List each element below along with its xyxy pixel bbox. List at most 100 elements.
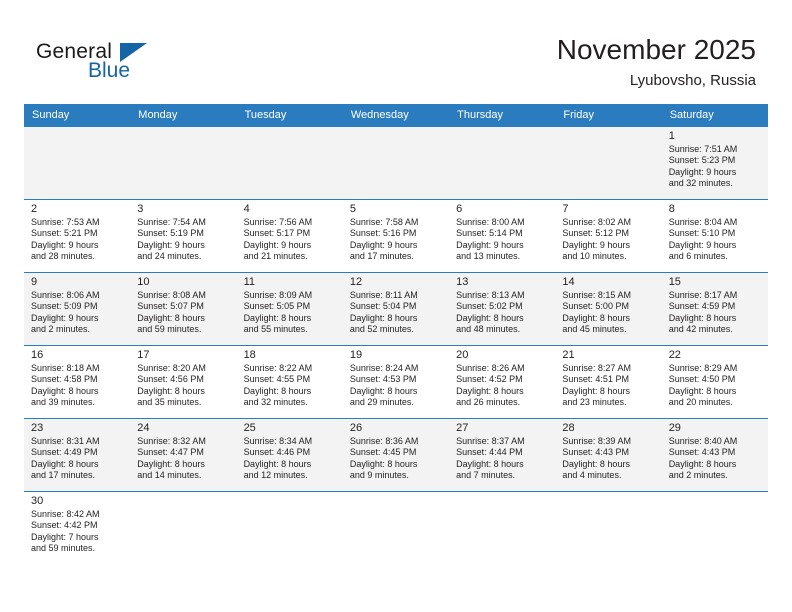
day-number: 11: [243, 276, 255, 288]
calendar-day-cell[interactable]: 9 Sunrise: 8:06 AM Sunset: 5:09 PM Daylight…: [24, 272, 131, 346]
day-sun-info: Sunrise: 7:58 AM Sunset: 5:16 PM Daylight:…: [350, 217, 444, 263]
page-header: General Blue November 2025 Lyubovsho, Ru…: [0, 0, 792, 104]
calendar-day-cell[interactable]: 4 Sunrise: 7:56 AM Sunset: 5:17 PM Daylight…: [236, 199, 343, 273]
daylight-text-line1: Daylight: 9 hours: [349, 239, 418, 250]
sunset-text: Sunset: 4:49 PM: [31, 447, 98, 458]
daylight-text-line2: and 10 minutes.: [562, 251, 627, 262]
calendar-day-cell[interactable]: 29 Sunrise: 8:40 AM Sunset: 4:43 PM Dayligh…: [661, 418, 768, 492]
calendar-day-cell[interactable]: 1 Sunrise: 7:51 AM Sunset: 5:23 PM Daylight…: [661, 126, 768, 200]
day-sun-info: Sunrise: 7:51 AM Sunset: 5:23 PM Daylight:…: [669, 144, 763, 190]
calendar-grid: Sunday Monday Tuesday Wednesday Thursday…: [24, 104, 768, 564]
calendar-day-cell[interactable]: 23 Sunrise: 8:31 AM Sunset: 4:49 PM Dayligh…: [24, 418, 131, 492]
sunrise-text: Sunrise: 8:13 AM: [456, 290, 525, 300]
calendar-day-cell[interactable]: 6 Sunrise: 8:00 AM Sunset: 5:14 PM Daylight…: [449, 199, 556, 273]
calendar-day-cell[interactable]: 2 Sunrise: 7:53 AM Sunset: 5:21 PM Daylight…: [24, 199, 131, 273]
daylight-text-line2: and 59 minutes.: [137, 324, 202, 335]
day-cell-content: 12 Sunrise: 8:11 AM Sunset: 5:04 PM Dayligh…: [343, 273, 449, 345]
daylight-text-line2: and 17 minutes.: [31, 470, 96, 481]
calendar-day-cell[interactable]: 7 Sunrise: 8:02 AM Sunset: 5:12 PM Daylight…: [555, 199, 662, 273]
sunset-text: Sunset: 4:44 PM: [456, 447, 523, 458]
day-sun-info: Sunrise: 8:42 AM Sunset: 4:42 PM Daylight:…: [31, 509, 125, 555]
calendar-cell-empty: [555, 126, 662, 200]
calendar-day-cell[interactable]: 13 Sunrise: 8:13 AM Sunset: 5:02 PM Dayligh…: [449, 272, 556, 346]
sunrise-text: Sunrise: 8:26 AM: [456, 363, 525, 373]
day-sun-info: Sunrise: 8:18 AM Sunset: 4:58 PM Daylight:…: [31, 363, 125, 409]
calendar-day-cell[interactable]: 25 Sunrise: 8:34 AM Sunset: 4:46 PM Dayligh…: [236, 418, 343, 492]
calendar-day-cell[interactable]: 16 Sunrise: 8:18 AM Sunset: 4:58 PM Dayligh…: [24, 345, 131, 419]
sunset-text: Sunset: 4:51 PM: [562, 374, 629, 385]
calendar-day-cell[interactable]: 30 Sunrise: 8:42 AM Sunset: 4:42 PM Dayligh…: [24, 491, 131, 564]
day-cell-content: 2 Sunrise: 7:53 AM Sunset: 5:21 PM Daylight…: [24, 200, 130, 272]
day-sun-info: Sunrise: 8:36 AM Sunset: 4:45 PM Daylight:…: [350, 436, 444, 482]
day-cell-content: [555, 127, 661, 199]
sunrise-text: Sunrise: 8:37 AM: [456, 436, 525, 446]
calendar-day-cell[interactable]: 26 Sunrise: 8:36 AM Sunset: 4:45 PM Dayligh…: [342, 418, 450, 492]
calendar-day-cell[interactable]: 27 Sunrise: 8:37 AM Sunset: 4:44 PM Dayligh…: [449, 418, 556, 492]
daylight-text-line1: Daylight: 8 hours: [562, 385, 630, 396]
sunrise-text: Sunrise: 8:27 AM: [562, 363, 631, 373]
day-cell-content: 18 Sunrise: 8:22 AM Sunset: 4:55 PM Dayligh…: [237, 346, 343, 418]
sunset-text: Sunset: 5:09 PM: [31, 301, 98, 312]
calendar-week-row: 23 Sunrise: 8:31 AM Sunset: 4:49 PM Dayligh…: [24, 418, 768, 492]
calendar-week-row: 30 Sunrise: 8:42 AM Sunset: 4:42 PM Dayligh…: [24, 491, 768, 564]
sunrise-text: Sunrise: 8:29 AM: [668, 363, 738, 373]
day-cell-content: 28 Sunrise: 8:39 AM Sunset: 4:43 PM Dayligh…: [555, 419, 661, 491]
day-cell-content: 15 Sunrise: 8:17 AM Sunset: 4:59 PM Dayligh…: [662, 273, 768, 345]
calendar-day-cell[interactable]: 10 Sunrise: 8:08 AM Sunset: 5:07 PM Dayligh…: [130, 272, 237, 346]
day-cell-content: 7 Sunrise: 8:02 AM Sunset: 5:12 PM Daylight…: [555, 200, 661, 272]
daylight-text-line1: Daylight: 8 hours: [562, 312, 630, 323]
day-cell-content: 4 Sunrise: 7:56 AM Sunset: 5:17 PM Daylight…: [237, 200, 343, 272]
day-number: 16: [31, 349, 44, 361]
day-cell-content: [130, 492, 236, 564]
sunrise-text: Sunrise: 8:34 AM: [243, 436, 313, 446]
sunset-text: Sunset: 4:52 PM: [456, 374, 523, 385]
sunset-text: Sunset: 4:43 PM: [562, 447, 629, 458]
day-sun-info: Sunrise: 8:08 AM Sunset: 5:07 PM Daylight:…: [137, 290, 231, 336]
sunrise-text: Sunrise: 7:58 AM: [349, 217, 419, 227]
calendar-day-cell[interactable]: 11 Sunrise: 8:09 AM Sunset: 5:05 PM Dayligh…: [236, 272, 343, 346]
brand-logo[interactable]: General Blue: [36, 40, 216, 90]
calendar-day-cell[interactable]: 15 Sunrise: 8:17 AM Sunset: 4:59 PM Dayligh…: [661, 272, 768, 346]
daylight-text-line2: and 20 minutes.: [668, 397, 733, 408]
daylight-text-line1: Daylight: 9 hours: [31, 239, 99, 250]
day-number: 6: [456, 203, 463, 215]
calendar-day-cell[interactable]: 21 Sunrise: 8:27 AM Sunset: 4:51 PM Dayligh…: [555, 345, 662, 419]
sunset-text: Sunset: 4:45 PM: [349, 447, 417, 458]
sunrise-text: Sunrise: 8:39 AM: [562, 436, 631, 446]
calendar-cell-empty: [661, 491, 768, 564]
calendar-day-cell[interactable]: 28 Sunrise: 8:39 AM Sunset: 4:43 PM Dayligh…: [555, 418, 662, 492]
daylight-text-line1: Daylight: 9 hours: [243, 239, 312, 250]
day-sun-info: Sunrise: 8:37 AM Sunset: 4:44 PM Daylight:…: [456, 436, 550, 482]
weekday-header-thursday: Thursday: [449, 104, 556, 127]
daylight-text-line2: and 32 minutes.: [243, 397, 308, 408]
calendar-day-cell[interactable]: 17 Sunrise: 8:20 AM Sunset: 4:56 PM Dayligh…: [130, 345, 237, 419]
calendar-cell-empty: [236, 491, 343, 564]
sunset-text: Sunset: 4:42 PM: [31, 520, 98, 531]
calendar-day-cell[interactable]: 19 Sunrise: 8:24 AM Sunset: 4:53 PM Dayligh…: [342, 345, 450, 419]
calendar-day-cell[interactable]: 12 Sunrise: 8:11 AM Sunset: 5:04 PM Dayligh…: [342, 272, 450, 346]
sunrise-text: Sunrise: 8:09 AM: [243, 290, 313, 300]
daylight-text-line2: and 26 minutes.: [456, 397, 521, 408]
calendar-cell-empty: [449, 491, 556, 564]
calendar-day-cell[interactable]: 20 Sunrise: 8:26 AM Sunset: 4:52 PM Dayligh…: [449, 345, 556, 419]
calendar-day-cell[interactable]: 5 Sunrise: 7:58 AM Sunset: 5:16 PM Daylight…: [342, 199, 450, 273]
sunrise-text: Sunrise: 8:11 AM: [349, 290, 418, 300]
day-sun-info: Sunrise: 8:09 AM Sunset: 5:05 PM Daylight:…: [244, 290, 338, 336]
calendar-day-cell[interactable]: 22 Sunrise: 8:29 AM Sunset: 4:50 PM Dayligh…: [661, 345, 768, 419]
calendar-day-cell[interactable]: 14 Sunrise: 8:15 AM Sunset: 5:00 PM Dayligh…: [555, 272, 662, 346]
calendar-day-cell[interactable]: 24 Sunrise: 8:32 AM Sunset: 4:47 PM Dayligh…: [130, 418, 237, 492]
calendar-day-cell[interactable]: 18 Sunrise: 8:22 AM Sunset: 4:55 PM Dayligh…: [236, 345, 343, 419]
calendar-cell-empty: [130, 126, 237, 200]
sunset-text: Sunset: 4:43 PM: [668, 447, 736, 458]
day-cell-content: 25 Sunrise: 8:34 AM Sunset: 4:46 PM Dayligh…: [237, 419, 343, 491]
sunset-text: Sunset: 4:47 PM: [137, 447, 204, 458]
day-number: 7: [562, 203, 569, 215]
calendar-cell-empty: [555, 491, 662, 564]
daylight-text-line2: and 29 minutes.: [349, 397, 414, 408]
weekday-header-tuesday: Tuesday: [236, 104, 343, 127]
day-sun-info: Sunrise: 8:00 AM Sunset: 5:14 PM Daylight:…: [456, 217, 550, 263]
daylight-text-line1: Daylight: 9 hours: [668, 166, 737, 177]
calendar-day-cell[interactable]: 3 Sunrise: 7:54 AM Sunset: 5:19 PM Daylight…: [130, 199, 237, 273]
calendar-cell-empty: [342, 126, 450, 200]
calendar-day-cell[interactable]: 8 Sunrise: 8:04 AM Sunset: 5:10 PM Daylight…: [661, 199, 768, 273]
